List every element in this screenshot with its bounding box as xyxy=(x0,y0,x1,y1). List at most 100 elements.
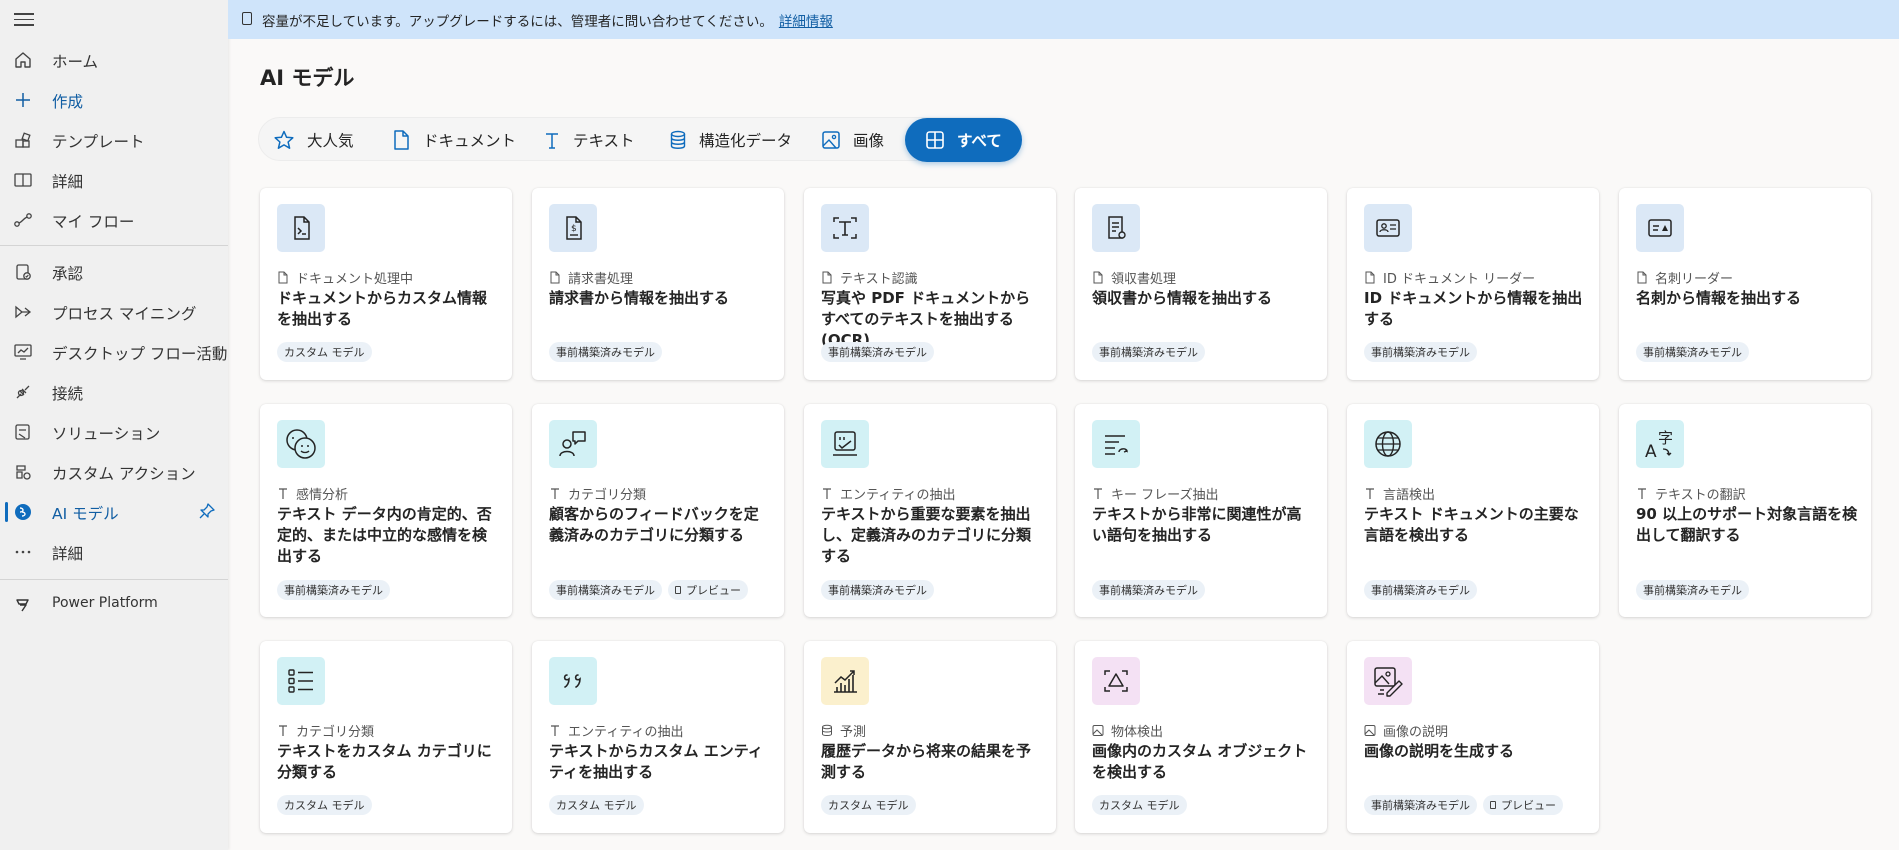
model-type-tag: 事前構築済みモデル xyxy=(1364,795,1477,815)
card-title: テキストから重要な要素を抽出し、定義済みのカテゴリに分類する xyxy=(821,505,1032,565)
hamburger-menu-icon[interactable] xyxy=(14,10,34,28)
plus-icon xyxy=(16,93,30,107)
tab-structured-data[interactable]: 構造化データ xyxy=(669,118,792,162)
ai-models-icon xyxy=(15,504,31,520)
model-card[interactable]: キー フレーズ抽出 テキストから非常に関連性が高い語句を抽出する 事前構築済みモ… xyxy=(1075,404,1327,617)
sidebar-item-solutions[interactable]: ソリューション xyxy=(0,413,228,449)
card-category-label: カテゴリ分類 xyxy=(296,725,375,740)
sidebar-divider xyxy=(0,579,228,580)
tab-image[interactable]: 画像 xyxy=(821,118,884,162)
sidebar-item-custom-actions[interactable]: カスタム アクション xyxy=(0,453,228,489)
card-category-label: ドキュメント処理中 xyxy=(296,272,414,287)
desktop-flow-icon xyxy=(14,344,32,360)
tab-documents[interactable]: ドキュメント xyxy=(391,118,516,162)
model-type-tag: 事前構築済みモデル xyxy=(1636,342,1749,362)
model-card[interactable]: 画像の説明 画像の説明を生成する 事前構築済みモデル プレビュー xyxy=(1347,641,1599,833)
card-category-label: エンティティの抽出 xyxy=(568,725,684,740)
globe-icon xyxy=(1364,420,1412,468)
id-card-icon xyxy=(1364,204,1412,252)
model-card[interactable]: 領収書処理 領収書から情報を抽出する 事前構築済みモデル xyxy=(1075,188,1327,380)
sidebar-item-power-platform[interactable]: Power Platform xyxy=(0,586,228,622)
svg-text:A: A xyxy=(1645,442,1657,461)
model-card[interactable]: カテゴリ分類 テキストをカスタム カテゴリに分類する カスタム モデル xyxy=(260,641,512,833)
sidebar-item-ai-models[interactable]: AI モデル xyxy=(0,493,228,529)
document-small-icon xyxy=(1637,271,1647,284)
card-category: 画像の説明 xyxy=(1364,721,1448,740)
card-tags: 事前構築済みモデル xyxy=(1364,342,1483,362)
model-card[interactable]: A字 テキストの翻訳 90 以上のサポート対象言語を検出して翻訳する 事前構築済… xyxy=(1619,404,1871,617)
tab-text[interactable]: テキスト xyxy=(543,118,635,162)
preview-tag: プレビュー xyxy=(1483,795,1563,815)
sidebar-item-learn[interactable]: 詳細 xyxy=(0,161,228,197)
model-card[interactable]: $ 請求書処理 請求書から情報を抽出する 事前構築済みモデル xyxy=(532,188,784,380)
prediction-chart-icon xyxy=(821,657,869,705)
card-category: テキスト認識 xyxy=(821,268,918,287)
card-category: キー フレーズ抽出 xyxy=(1092,484,1218,503)
model-card[interactable]: 物体検出 画像内のカスタム オブジェクトを検出する カスタム モデル xyxy=(1075,641,1327,833)
receipt-icon xyxy=(1092,204,1140,252)
card-title: ドキュメントからカスタム情報を抽出する xyxy=(277,289,488,328)
sidebar-item-label: カスタム アクション xyxy=(52,465,196,483)
sidebar-item-templates[interactable]: テンプレート xyxy=(0,121,228,157)
image-icon xyxy=(822,131,840,149)
sidebar-item-process-mining[interactable]: プロセス マイニング xyxy=(0,293,228,329)
tab-all[interactable]: すべて xyxy=(905,118,1022,162)
card-category-label: キー フレーズ抽出 xyxy=(1111,488,1219,503)
sidebar-item-my-flows[interactable]: マイ フロー xyxy=(0,201,228,237)
model-card[interactable]: ID ドキュメント リーダー ID ドキュメントから情報を抽出する 事前構築済み… xyxy=(1347,188,1599,380)
sidebar-item-label: 承認 xyxy=(52,265,84,283)
sidebar-item-approvals[interactable]: 承認 xyxy=(0,253,228,289)
card-title: 画像内のカスタム オブジェクトを検出する xyxy=(1092,742,1308,781)
card-category-label: 言語検出 xyxy=(1383,488,1436,503)
document-process-icon xyxy=(277,204,325,252)
card-category: カテゴリ分類 xyxy=(277,721,374,740)
sidebar-item-more[interactable]: 詳細 xyxy=(0,533,228,569)
text-small-icon xyxy=(823,488,831,499)
text-small-icon xyxy=(551,725,559,736)
text-small-icon xyxy=(1366,488,1374,499)
card-tags: 事前構築済みモデル xyxy=(1364,580,1483,600)
card-category: 物体検出 xyxy=(1092,721,1163,740)
card-category-label: 感情分析 xyxy=(296,488,349,503)
card-title: テキストから非常に関連性が高い語句を抽出する xyxy=(1092,505,1302,544)
sidebar-item-desktop-flow-activity[interactable]: デスクトップ フロー活動 xyxy=(0,333,228,369)
model-card[interactable]: カテゴリ分類 顧客からのフィードバックを定義済みのカテゴリに分類する 事前構築済… xyxy=(532,404,784,617)
svg-text:字: 字 xyxy=(1658,429,1673,447)
banner-learn-more-link[interactable]: 詳細情報 xyxy=(779,14,833,30)
tab-popular[interactable]: 大人気 xyxy=(273,118,354,162)
card-title: 名刺から情報を抽出する xyxy=(1636,289,1802,307)
card-category-label: ID ドキュメント リーダー xyxy=(1383,272,1536,287)
model-card[interactable]: エンティティの抽出 テキストからカスタム エンティティを抽出する カスタム モデ… xyxy=(532,641,784,833)
business-card-icon xyxy=(1636,204,1684,252)
more-icon xyxy=(15,550,31,554)
sidebar-item-home[interactable]: ホーム xyxy=(0,41,228,77)
sidebar-item-create[interactable]: 作成 xyxy=(0,81,228,117)
sidebar-item-label: 作成 xyxy=(52,93,84,111)
model-card[interactable]: 予測 履歴データから将来の結果を予測する カスタム モデル xyxy=(804,641,1056,833)
card-title: 請求書から情報を抽出する xyxy=(549,289,730,307)
model-type-tag: 事前構築済みモデル xyxy=(1364,580,1477,600)
document-small-icon xyxy=(822,271,832,284)
document-small-icon xyxy=(1093,271,1103,284)
pin-icon[interactable] xyxy=(198,502,216,520)
key-phrase-icon xyxy=(1092,420,1140,468)
power-platform-icon xyxy=(16,599,29,612)
model-card[interactable]: 感情分析 テキスト データ内の肯定的、否定的、または中立的な感情を検出する 事前… xyxy=(260,404,512,617)
card-category: 領収書処理 xyxy=(1092,268,1176,287)
model-card[interactable]: テキスト認識 写真や PDF ドキュメントからすべてのテキストを抽出する (OC… xyxy=(804,188,1056,380)
sidebar-item-label: 詳細 xyxy=(52,173,84,191)
sidebar-item-label: デスクトップ フロー活動 xyxy=(52,345,228,363)
category-filter-tabs: 大人気 ドキュメント テキスト 構造化データ 画像 すべて xyxy=(258,117,1022,162)
sidebar-item-label: プロセス マイニング xyxy=(52,305,197,323)
model-card[interactable]: 名刺リーダー 名刺から情報を抽出する 事前構築済みモデル xyxy=(1619,188,1871,380)
document-small-icon xyxy=(1365,271,1375,284)
sidebar-item-connections[interactable]: 接続 xyxy=(0,373,228,409)
model-card[interactable]: エンティティの抽出 テキストから重要な要素を抽出し、定義済みのカテゴリに分類する… xyxy=(804,404,1056,617)
model-type-tag: カスタム モデル xyxy=(1092,795,1187,815)
model-card[interactable]: ドキュメント処理中 ドキュメントからカスタム情報を抽出する カスタム モデル xyxy=(260,188,512,380)
card-category-label: 請求書処理 xyxy=(568,272,634,287)
card-category: エンティティの抽出 xyxy=(821,484,955,503)
model-card[interactable]: 言語検出 テキスト ドキュメントの主要な言語を検出する 事前構築済みモデル xyxy=(1347,404,1599,617)
sidebar-item-label: AI モデル xyxy=(52,505,119,523)
card-category: ドキュメント処理中 xyxy=(277,268,413,287)
